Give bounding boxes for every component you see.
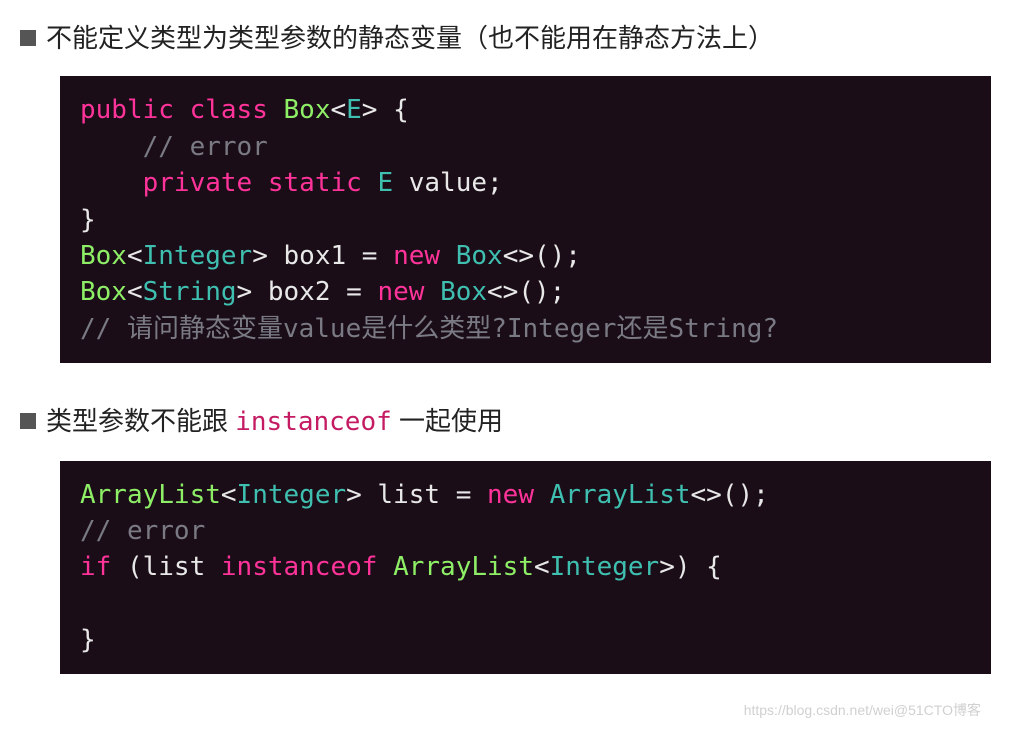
ident: > box2 =: [237, 277, 378, 307]
bullet-row-2: 类型参数不能跟 instanceof 一起使用: [20, 403, 991, 440]
kw-new: new: [393, 241, 440, 271]
comment: // error: [80, 516, 205, 546]
kw-static: static: [268, 168, 362, 198]
comment: // error: [80, 132, 268, 162]
bullet-text-2: 类型参数不能跟 instanceof 一起使用: [46, 403, 503, 440]
class-box: Box: [440, 277, 487, 307]
type-integer: Integer: [143, 241, 253, 271]
type-integer: Integer: [237, 480, 347, 510]
ident: > list =: [346, 480, 487, 510]
class-arraylist: ArrayList: [550, 480, 691, 510]
kw-instanceof: instanceof: [221, 552, 378, 582]
bullet-text-1: 不能定义类型为类型参数的静态变量（也不能用在静态方法上）: [46, 20, 774, 56]
square-bullet-icon: [20, 30, 36, 46]
code-block-1: public class Box<E> { // error private s…: [60, 76, 991, 363]
class-box: Box: [80, 277, 127, 307]
comment: // 请问静态变量value是什么类型?Integer还是String?: [80, 314, 778, 344]
square-bullet-icon: [20, 413, 36, 429]
punct: {: [377, 95, 408, 125]
punct: }: [80, 205, 96, 235]
type-string: String: [143, 277, 237, 307]
kw-public: public: [80, 95, 174, 125]
inline-kw-instanceof: instanceof: [235, 407, 392, 437]
type-e: E: [346, 95, 362, 125]
class-arraylist: ArrayList: [80, 480, 221, 510]
punct: <: [221, 480, 237, 510]
code-block-2: ArrayList<Integer> list = new ArrayList<…: [60, 461, 991, 675]
punct: <: [127, 277, 143, 307]
type-e: E: [377, 168, 393, 198]
class-box: Box: [80, 241, 127, 271]
punct: <>();: [487, 277, 565, 307]
punct: }: [80, 625, 96, 655]
class-arraylist: ArrayList: [393, 552, 534, 582]
kw-class: class: [190, 95, 268, 125]
ident: > box1 =: [252, 241, 393, 271]
bullet-pre: 类型参数不能跟: [46, 406, 235, 436]
kw-private: private: [143, 168, 253, 198]
ident: value;: [393, 168, 503, 198]
type-integer: Integer: [550, 552, 660, 582]
watermark: https://blog.csdn.net/wei@51CTO博客: [744, 700, 981, 720]
kw-if: if: [80, 552, 111, 582]
kw-new: new: [377, 277, 424, 307]
bullet-post: 一起使用: [392, 406, 503, 436]
punct: <: [127, 241, 143, 271]
punct: <: [534, 552, 550, 582]
punct: >) {: [659, 552, 722, 582]
class-box: Box: [284, 95, 331, 125]
punct: <>();: [691, 480, 769, 510]
kw-new: new: [487, 480, 534, 510]
punct: <>();: [503, 241, 581, 271]
ident: (list: [111, 552, 221, 582]
punct: >: [362, 95, 378, 125]
class-box: Box: [456, 241, 503, 271]
bullet-row-1: 不能定义类型为类型参数的静态变量（也不能用在静态方法上）: [20, 20, 991, 56]
punct: <: [330, 95, 346, 125]
